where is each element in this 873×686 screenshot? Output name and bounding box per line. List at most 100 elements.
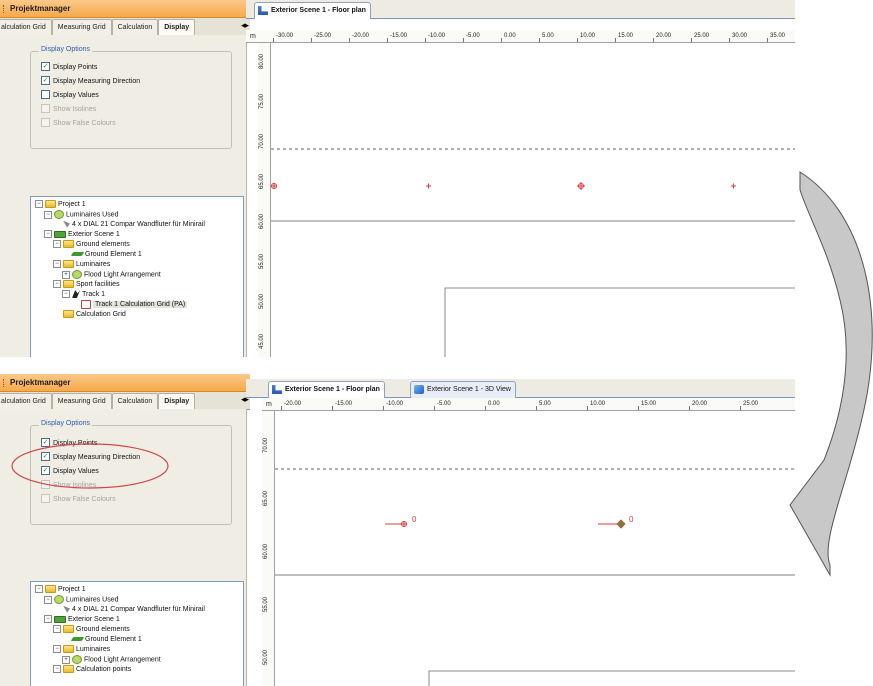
ruler-tick-mark [615, 38, 616, 42]
tree-item[interactable]: + Flood Light Arrangement [62, 270, 161, 280]
ruler-tick-mark [349, 38, 350, 42]
tree-item[interactable]: − Ground elements [53, 625, 130, 635]
tab-measuring-grid[interactable]: Measuring Grid [51, 393, 112, 409]
option-display-values[interactable]: ✓ Display Values [41, 465, 99, 478]
collapse-icon[interactable]: − [62, 290, 70, 299]
ruler-tick-label: 35.00 [770, 33, 786, 39]
option-display-points[interactable]: ✓ Display Points [41, 437, 97, 450]
track-icon [72, 290, 80, 299]
collapse-icon[interactable]: − [53, 625, 61, 634]
option-label: Display Measuring Direction [53, 454, 141, 461]
checkbox-icon[interactable]: ✓ [41, 75, 50, 85]
option-label: Show Isolines [53, 106, 97, 113]
tree-item-label: Project 1 [58, 586, 86, 593]
floorplan-icon [272, 385, 282, 394]
tree-item[interactable]: − Luminaires [53, 260, 110, 270]
ruler-unit: m [266, 401, 272, 408]
tree-item-label: Ground Element 1 [85, 636, 142, 643]
checkbox-icon[interactable]: ✓ [41, 437, 50, 447]
tree-item-label: 4 x DIAL 21 Compar Wandfluter für Minira… [72, 221, 205, 228]
collapse-icon[interactable]: − [53, 665, 61, 674]
tab-3d-view[interactable]: Exterior Scene 1 - 3D View [410, 381, 516, 398]
tree-item[interactable]: 4 x DIAL 21 Compar Wandfluter für Minira… [53, 220, 205, 230]
track-outline [444, 287, 795, 357]
tree-item[interactable]: − Project 1 [35, 200, 86, 210]
tree-item-label: Calculation points [76, 666, 132, 673]
tree-item[interactable]: − Exterior Scene 1 [44, 230, 120, 240]
tab-measuring-grid[interactable]: Measuring Grid [51, 19, 112, 35]
ruler-tick-label: 75.00 [259, 93, 265, 109]
tree-item-label: 4 x DIAL 21 Compar Wandfluter für Minira… [72, 606, 205, 613]
tree-item[interactable]: Calculation Grid [53, 310, 126, 320]
collapse-icon[interactable]: − [53, 260, 61, 269]
tree-item[interactable]: Ground Element 1 [62, 250, 142, 260]
option-display-points[interactable]: ✓ Display Points [41, 61, 97, 74]
expand-icon[interactable]: + [62, 655, 70, 664]
collapse-icon[interactable]: − [53, 240, 61, 249]
panel-title: Projektmanager [10, 378, 71, 387]
calculation-point [271, 183, 277, 189]
tab-calculation-grid[interactable]: alculation Grid [0, 393, 52, 409]
tree-item[interactable]: Track 1 Calculation Grid (PA) [71, 300, 188, 310]
floor-plan-canvas[interactable] [271, 43, 795, 357]
ruler-tick-mark [740, 406, 741, 410]
calculation-point [426, 183, 431, 189]
tab-calculation-grid[interactable]: alculation Grid [0, 19, 52, 35]
ruler-tick-mark [653, 38, 654, 42]
calculation-point-with-direction [598, 519, 626, 529]
tree-item[interactable]: − Track 1 [62, 290, 105, 300]
checkbox-icon[interactable]: ✓ [41, 465, 50, 475]
tab-display[interactable]: Display [158, 393, 196, 409]
option-display-measuring-direction[interactable]: ✓ Display Measuring Direction [41, 451, 141, 464]
group-title: Display Options [39, 46, 93, 53]
tree-item-label: Luminaires Used [66, 596, 119, 604]
ruler-tick-label: -15.00 [390, 33, 408, 39]
ruler-tick-label: 20.00 [692, 401, 708, 407]
tab-floor-plan[interactable]: Exterior Scene 1 - Floor plan [268, 381, 385, 398]
tab-display[interactable]: Display [158, 19, 196, 35]
tree-item[interactable]: − Sport facilities [53, 280, 120, 290]
tree-item[interactable]: − Calculation points [53, 665, 131, 675]
3d-view-icon [414, 385, 424, 394]
checkbox-icon[interactable] [41, 89, 50, 99]
collapse-icon[interactable]: − [53, 645, 61, 654]
tab-floor-plan[interactable]: Exterior Scene 1 - Floor plan [254, 2, 371, 19]
calculation-point [577, 182, 585, 190]
tree-item[interactable]: 4 x DIAL 21 Compar Wandfluter für Minira… [53, 605, 205, 615]
floor-plan-drawing [271, 148, 795, 357]
tab-calculation[interactable]: Calculation [111, 19, 159, 35]
option-display-measuring-direction[interactable]: ✓ Display Measuring Direction [41, 75, 140, 88]
collapse-icon[interactable]: − [44, 230, 52, 239]
ruler-tick-mark [536, 406, 537, 410]
ruler-tick-label: -5.00 [437, 401, 451, 407]
project-manager-header: Projektmanager [0, 0, 250, 18]
tree-item[interactable]: − Luminaires [53, 645, 110, 655]
tree-item-label: Track 1 [82, 291, 106, 298]
option-display-values[interactable]: Display Values [41, 89, 99, 102]
collapse-icon[interactable]: − [44, 210, 52, 219]
collapse-icon[interactable]: − [53, 280, 61, 289]
expand-icon[interactable]: + [62, 270, 70, 279]
tree-item[interactable]: − Project 1 [35, 585, 86, 595]
floor-plan-canvas[interactable]: 0 0 [275, 411, 795, 686]
folder-icon [63, 310, 74, 319]
ruler-tick-label: 5.00 [542, 33, 554, 39]
tree-item[interactable]: + Flood Light Arrangement [62, 655, 161, 665]
ruler-tick-label: 60.00 [259, 213, 265, 229]
collapse-icon[interactable]: − [44, 615, 52, 624]
tree-item[interactable]: − Luminaires Used [44, 210, 119, 220]
collapse-icon[interactable]: − [35, 200, 43, 209]
tree-item[interactable]: Ground Element 1 [62, 635, 142, 645]
property-tabs: alculation Grid Measuring Grid Calculation… [0, 18, 250, 36]
ruler-tick-label: 55.00 [263, 596, 269, 612]
ruler-tick-label: 5.00 [539, 401, 551, 407]
checkbox-icon[interactable]: ✓ [41, 61, 50, 71]
collapse-icon[interactable]: − [44, 595, 52, 604]
tab-calculation[interactable]: Calculation [111, 393, 159, 409]
collapse-icon[interactable]: − [35, 585, 43, 594]
tree-item[interactable]: − Luminaires Used [44, 595, 119, 605]
tree-item[interactable]: − Exterior Scene 1 [44, 615, 120, 625]
checkbox-icon[interactable]: ✓ [41, 451, 50, 461]
tree-item[interactable]: − Ground elements [53, 240, 130, 250]
ruler-tick-label: 30.00 [732, 33, 748, 39]
